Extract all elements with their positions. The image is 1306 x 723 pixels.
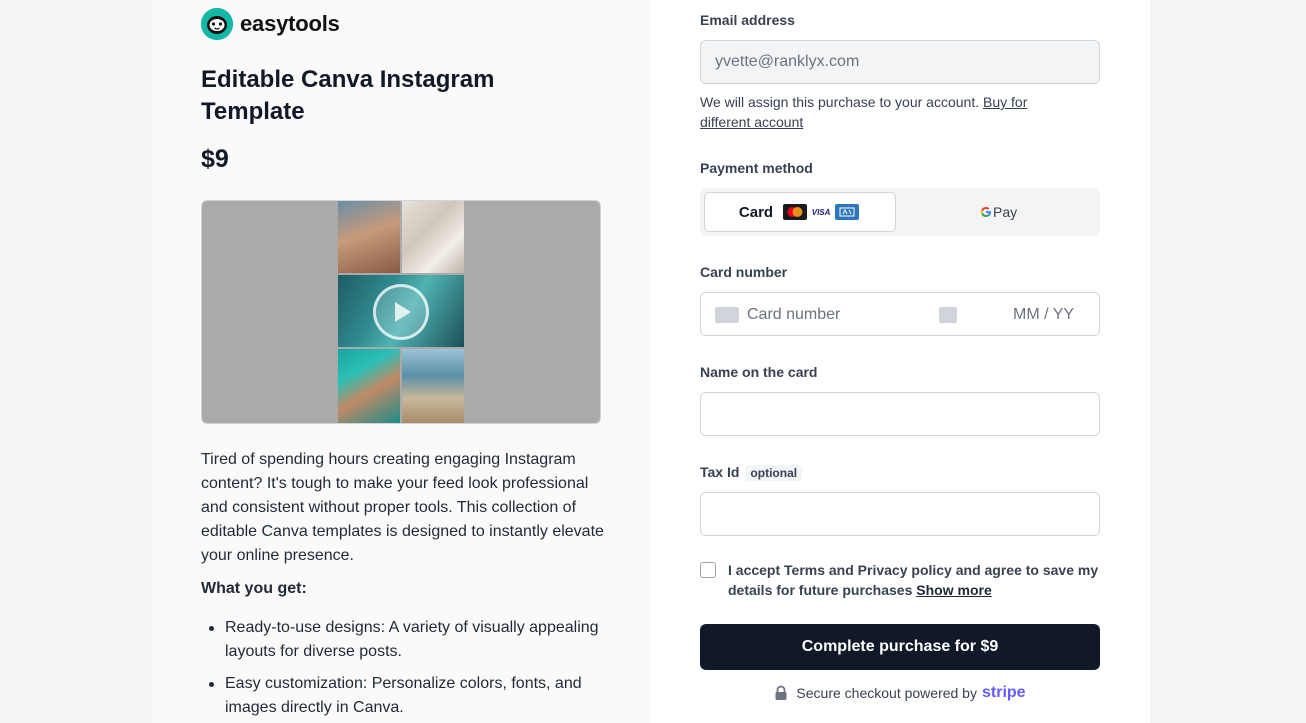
- product-price: $9: [201, 145, 229, 173]
- brand[interactable]: easytools: [201, 8, 340, 40]
- product-panel: easytools Editable Canva Instagram Templ…: [152, 0, 650, 723]
- lock-icon: [775, 685, 787, 700]
- visa-text: VISA: [811, 207, 831, 217]
- product-title: Editable Canva Instagram Template: [201, 66, 495, 125]
- amex-icon: [835, 204, 860, 220]
- email-field[interactable]: yvette@ranklyx.com: [700, 40, 1100, 84]
- name-on-card-field[interactable]: [700, 392, 1100, 436]
- cvc-icon: [939, 307, 957, 323]
- tax-id-label: Tax Id optional: [700, 464, 803, 481]
- assign-note-text: We will assign this purchase to your acc…: [700, 94, 980, 110]
- card-icon: [715, 307, 739, 323]
- show-more-link[interactable]: Show more: [916, 582, 991, 598]
- payment-method-label: Payment method: [700, 160, 813, 176]
- secure-text: Secure checkout powered by: [796, 685, 977, 701]
- card-number-field[interactable]: Card number MM / YY: [700, 292, 1100, 336]
- mastercard-icon: [783, 204, 808, 220]
- terms-text-wrap: I accept Terms and Privacy policy and ag…: [728, 560, 1100, 600]
- google-pay-label: Pay: [993, 204, 1018, 220]
- checkout-form: Email address yvette@ranklyx.com We will…: [650, 0, 1150, 723]
- google-g-icon: [981, 207, 991, 217]
- card-number-label: Card number: [700, 264, 788, 280]
- sloth-logo-icon: [201, 8, 233, 40]
- tab-card-label: Card: [738, 203, 774, 221]
- list-item: Ready-to-use designs: A variety of visua…: [201, 616, 611, 664]
- product-video[interactable]: [201, 200, 601, 424]
- email-label: Email address: [700, 12, 795, 28]
- checkout-shell: easytools Editable Canva Instagram Templ…: [152, 0, 1150, 723]
- tax-id-field[interactable]: [700, 492, 1100, 536]
- terms-checkbox[interactable]: [700, 562, 716, 578]
- expiry-input[interactable]: MM / YY: [1013, 306, 1074, 324]
- visa-icon: VISA: [809, 204, 834, 220]
- tab-card[interactable]: Card VISA: [704, 192, 896, 232]
- terms-consent: I accept Terms and Privacy policy and ag…: [700, 560, 1100, 600]
- card-number-input[interactable]: Card number: [747, 306, 840, 324]
- what-you-get-heading: What you get:: [201, 580, 307, 597]
- name-on-card-label: Name on the card: [700, 364, 818, 380]
- list-item: Easy customization: Personalize colors, …: [201, 672, 611, 720]
- product-description: Tired of spending hours creating engagin…: [201, 451, 604, 564]
- payment-method-tabs: Card VISA Pay: [700, 188, 1100, 236]
- stripe-logo[interactable]: stripe: [982, 684, 1026, 702]
- optional-badge: optional: [745, 465, 803, 481]
- play-icon[interactable]: [373, 284, 429, 340]
- feature-list: Ready-to-use designs: A variety of visua…: [201, 616, 611, 723]
- brand-name: easytools: [240, 11, 340, 36]
- assign-note: We will assign this purchase to your acc…: [700, 92, 1060, 132]
- secure-checkout-footer: Secure checkout powered by stripe: [700, 684, 1100, 702]
- tab-google-pay[interactable]: Pay: [980, 204, 1017, 220]
- complete-purchase-button[interactable]: Complete purchase for $9: [700, 624, 1100, 670]
- terms-text: I accept Terms and Privacy policy and ag…: [728, 562, 1099, 598]
- tax-id-text: Tax Id: [700, 464, 740, 480]
